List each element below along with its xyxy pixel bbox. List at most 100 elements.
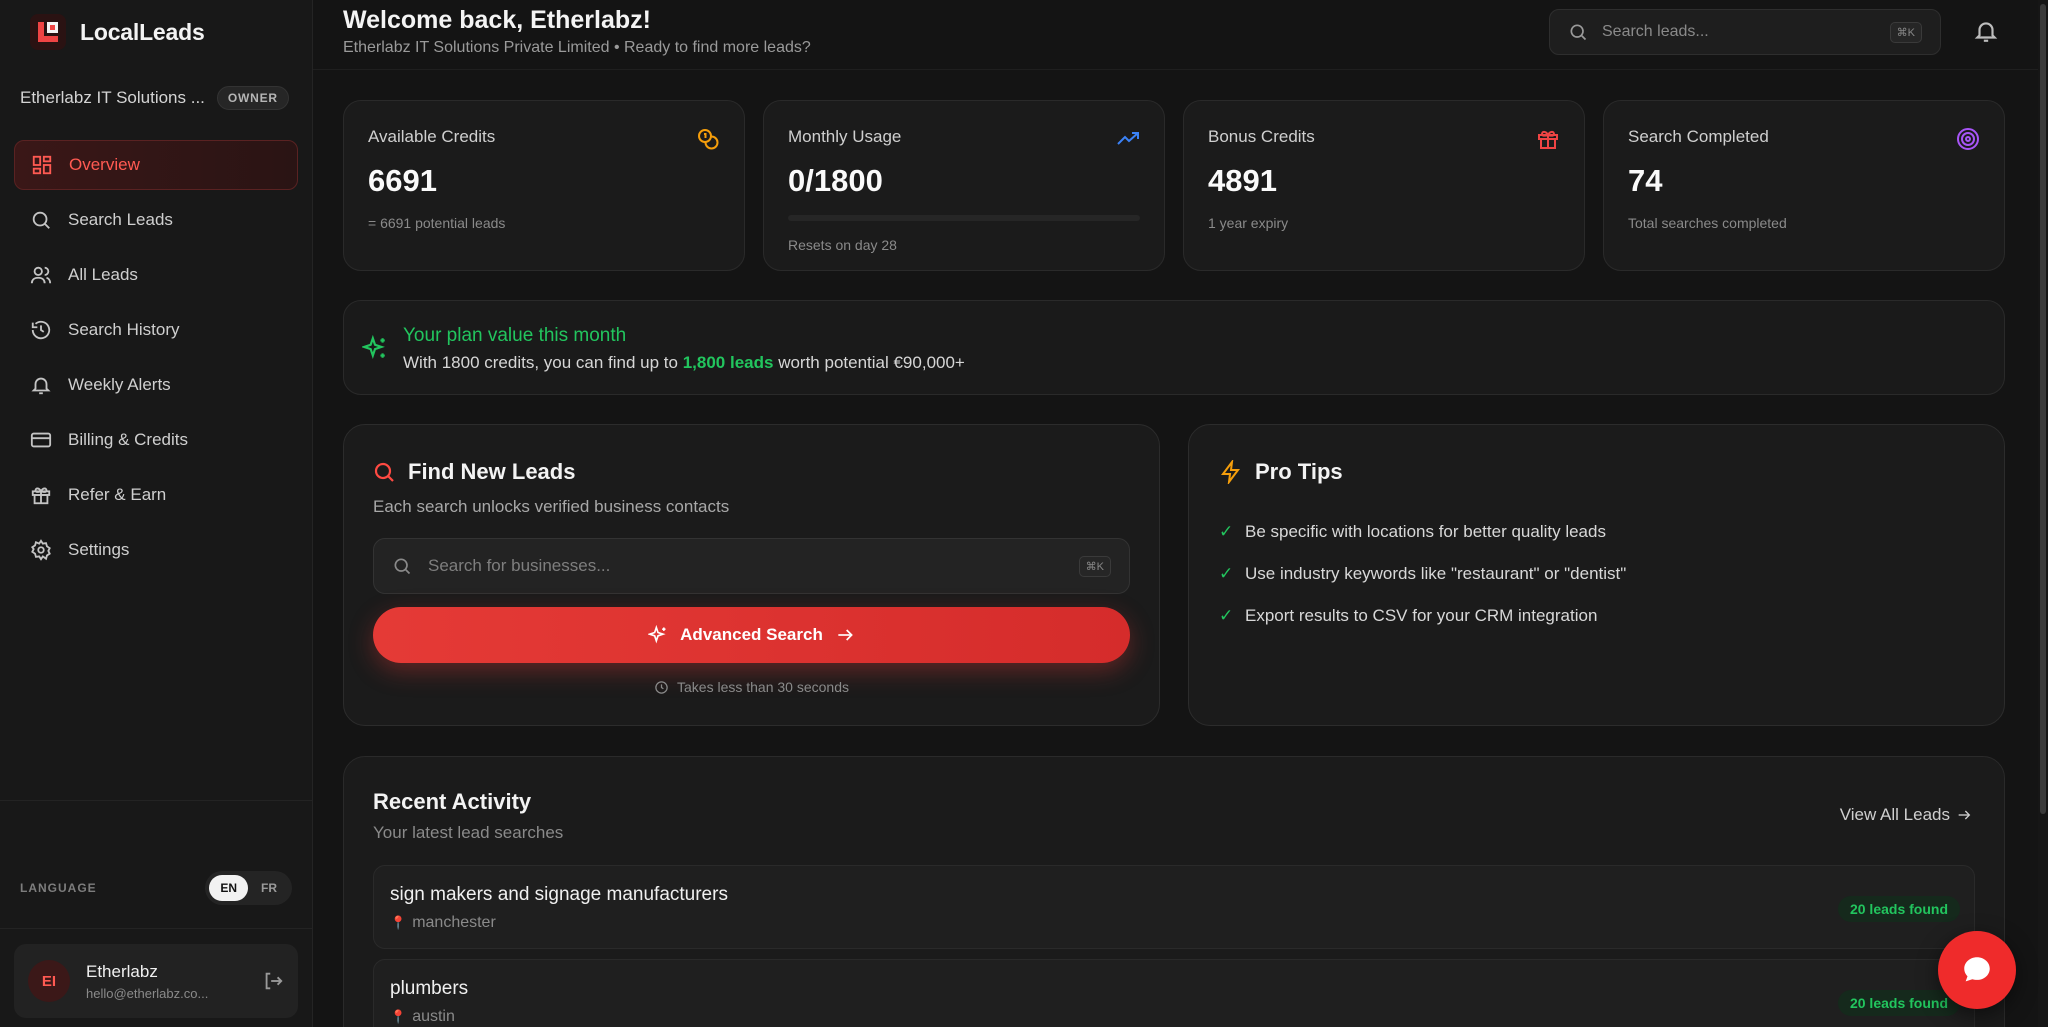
sidebar-item-refer[interactable]: Refer & Earn [14, 470, 298, 520]
chat-bubble-icon [1964, 957, 1990, 982]
view-all-leads-link[interactable]: View All Leads [1840, 805, 1972, 825]
leads-found-badge: 20 leads found [1837, 990, 1960, 1016]
plan-text-before: With 1800 credits, you can find up to [403, 353, 683, 372]
sidebar-item-all-leads[interactable]: All Leads [14, 250, 298, 300]
notifications-bell-icon[interactable] [1973, 18, 1999, 44]
app-logo[interactable]: LocalLeads [30, 12, 205, 52]
sidebar-divider [0, 800, 312, 801]
trending-up-icon [1117, 132, 1139, 145]
arrow-right-icon [838, 629, 853, 641]
tip-item: ✓ Use industry keywords like "restaurant… [1219, 553, 1626, 595]
stat-value: 4891 [1208, 163, 1277, 198]
find-title: Find New Leads [408, 459, 576, 484]
leads-found-badge: 20 leads found [1837, 896, 1960, 922]
plan-title: Your plan value this month [403, 325, 627, 346]
stat-note: 1 year expiry [1208, 215, 1289, 231]
check-icon: ✓ [1219, 564, 1234, 583]
arrow-right-icon [1958, 810, 1971, 820]
tips-list: ✓ Be specific with locations for better … [1219, 511, 1626, 637]
org-switcher[interactable]: Etherlabz IT Solutions ... OWNER [20, 86, 294, 110]
check-icon: ✓ [1219, 606, 1234, 625]
gift-icon [1538, 130, 1558, 149]
sidebar: LocalLeads Etherlabz IT Solutions ... OW… [0, 0, 313, 1027]
sidebar-item-settings[interactable]: Settings [14, 525, 298, 575]
tip-text: Be specific with locations for better qu… [1245, 522, 1606, 541]
activity-location: 📍 austin [390, 1008, 455, 1026]
plan-description: With 1800 credits, you can find up to 1,… [403, 353, 965, 373]
sidebar-item-label: Search Leads [68, 210, 173, 229]
tip-item: ✓ Be specific with locations for better … [1219, 511, 1626, 553]
lang-en-button[interactable]: EN [209, 875, 248, 901]
plan-highlight: 1,800 leads [682, 353, 774, 372]
sidebar-item-search-leads[interactable]: Search Leads [14, 195, 298, 245]
language-toggle: EN FR [205, 871, 292, 905]
role-badge: OWNER [216, 86, 289, 110]
search-icon [394, 558, 411, 575]
stat-note: = 6691 potential leads [368, 215, 506, 231]
user-card[interactable]: EI Etherlabz hello@etherlabz.co... [14, 944, 298, 1018]
sidebar-item-weekly-alerts[interactable]: Weekly Alerts [14, 360, 298, 410]
sidebar-item-label: All Leads [68, 265, 138, 284]
lightning-icon [1221, 460, 1240, 484]
business-search-input[interactable] [428, 556, 1063, 576]
stat-card-monthly-usage: Monthly Usage 0/1800 Resets on day 28 [763, 100, 1165, 271]
stat-note: Total searches completed [1628, 215, 1787, 231]
sidebar-item-label: Overview [69, 155, 140, 174]
sidebar-item-label: Settings [68, 540, 130, 559]
activity-query: sign makers and signage manufacturers [390, 884, 728, 905]
logout-icon[interactable] [262, 970, 284, 992]
shortcut-hint: ⌘K [1889, 21, 1922, 43]
activity-row[interactable]: plumbers 📍 austin 20 leads found [373, 959, 1975, 1027]
activity-location: 📍 manchester [390, 914, 496, 932]
language-label: LANGUAGE [20, 881, 97, 895]
stat-title: Bonus Credits [1208, 127, 1315, 146]
stat-value: 6691 [368, 163, 437, 198]
tip-text: Use industry keywords like "restaurant" … [1245, 564, 1627, 583]
search-time-text: Takes less than 30 seconds [677, 679, 849, 695]
find-header: Find New Leads [372, 459, 575, 485]
tips-header: Pro Tips [1219, 459, 1343, 485]
stat-title: Monthly Usage [788, 127, 902, 146]
chat-widget-button[interactable] [1938, 931, 2016, 1009]
usage-progress-bar [788, 215, 1140, 221]
recent-subtitle: Your latest lead searches [373, 823, 564, 842]
stat-card-bonus-credits: Bonus Credits 4891 1 year expiry [1183, 100, 1585, 271]
global-search: ⌘K [1549, 9, 1941, 55]
plan-value-banner: Your plan value this month With 1800 cre… [343, 300, 2005, 395]
stat-card-search-completed: Search Completed 74 Total searches compl… [1603, 100, 2005, 271]
avatar: EI [28, 960, 70, 1002]
user-info: Etherlabz hello@etherlabz.co... [86, 962, 246, 1001]
search-icon [374, 462, 394, 482]
page-title: Welcome back, Etherlabz! [343, 6, 651, 34]
history-icon [31, 320, 51, 340]
global-search-input[interactable] [1602, 23, 1876, 41]
clock-icon [655, 680, 668, 694]
find-new-leads-panel: Find New Leads Each search unlocks verif… [343, 424, 1160, 726]
lang-fr-button[interactable]: FR [250, 875, 288, 901]
business-search: ⌘K [373, 538, 1130, 594]
gear-icon [30, 539, 51, 561]
sidebar-item-label: Weekly Alerts [68, 375, 171, 394]
activity-location-text: manchester [412, 914, 496, 931]
advanced-search-button[interactable]: Advanced Search [373, 607, 1130, 663]
sidebar-item-label: Billing & Credits [68, 430, 188, 449]
sidebar-item-billing[interactable]: Billing & Credits [14, 415, 298, 465]
user-name: Etherlabz [86, 961, 158, 981]
stat-value: 74 [1628, 163, 1663, 198]
grid-icon [32, 155, 52, 175]
pro-tips-panel: Pro Tips ✓ Be specific with locations fo… [1188, 424, 2005, 726]
sidebar-item-search-history[interactable]: Search History [14, 305, 298, 355]
map-pin-icon: 📍 [390, 1009, 407, 1024]
sparkles-icon [648, 625, 666, 644]
view-all-label: View All Leads [1839, 805, 1950, 824]
stat-note: Resets on day 28 [788, 237, 897, 253]
users-icon [30, 266, 52, 284]
localleads-logo-icon [30, 14, 66, 50]
sidebar-item-label: Search History [68, 320, 180, 339]
page-scrollbar[interactable] [2038, 0, 2048, 1027]
activity-row[interactable]: sign makers and signage manufacturers 📍 … [373, 865, 1975, 949]
sidebar-item-overview[interactable]: Overview [14, 140, 298, 190]
scrollbar-thumb[interactable] [2040, 4, 2046, 814]
coins-icon [698, 129, 719, 150]
sidebar-nav: Overview Search Leads All Leads Search H… [14, 140, 298, 580]
